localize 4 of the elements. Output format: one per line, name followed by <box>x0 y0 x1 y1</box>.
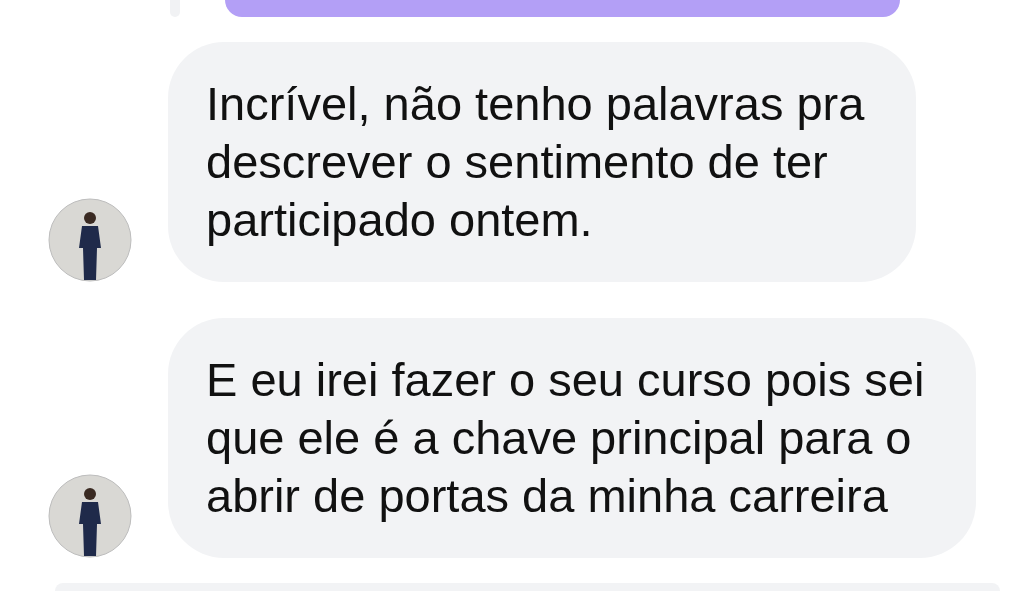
message-bubble: Incrível, não tenho palavras pra descrever o sentimento de ter participado ontem. <box>168 42 917 282</box>
message-bubble: E eu irei fazer o seu curso pois sei que ele é a chave principal para o abrir de portas da minha carreira <box>168 318 977 558</box>
avatar-placeholder[interactable] <box>48 474 132 558</box>
avatar-placeholder[interactable] <box>48 198 132 282</box>
